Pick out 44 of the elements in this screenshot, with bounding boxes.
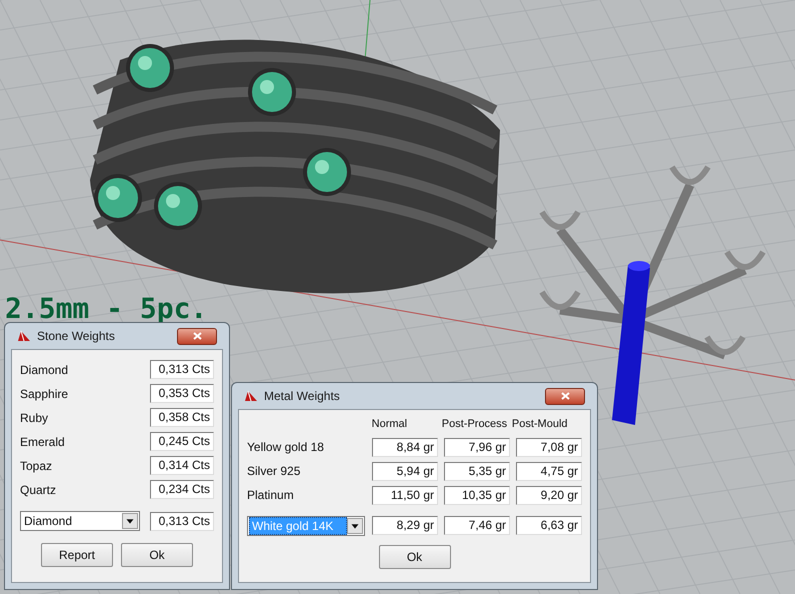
- metal-label: Platinum: [247, 487, 295, 504]
- weight-field[interactable]: 0,245 Cts: [150, 432, 214, 451]
- stone-label: Sapphire: [20, 386, 68, 402]
- column-header: Normal: [372, 417, 408, 432]
- close-icon: [560, 392, 570, 400]
- stone-size-label: 2.5mm - 5pc.: [5, 294, 208, 324]
- window-title: Metal Weights: [264, 388, 341, 405]
- stone-label: Ruby: [20, 410, 48, 426]
- column-header: Post-Mould: [512, 417, 569, 432]
- weight-field[interactable]: 5,35 gr: [444, 462, 510, 480]
- weight-field[interactable]: 8,29 gr: [372, 516, 438, 535]
- weight-field[interactable]: 0,313 Cts: [150, 512, 214, 530]
- stone-label: Topaz: [20, 458, 52, 474]
- close-button[interactable]: [545, 388, 585, 404]
- weight-field[interactable]: 0,353 Cts: [150, 384, 214, 403]
- app-logo-icon: [244, 390, 258, 402]
- weight-field[interactable]: 10,35 gr: [444, 486, 510, 504]
- stone-label: Diamond: [20, 362, 68, 378]
- metal-label: Silver 925: [247, 463, 302, 480]
- column-header: Post-Process: [442, 417, 508, 432]
- stone-label: Quartz: [20, 482, 56, 498]
- app-logo-icon: [17, 330, 31, 342]
- weight-field[interactable]: 0,234 Cts: [150, 480, 214, 499]
- close-button[interactable]: [177, 328, 217, 344]
- weight-field[interactable]: 7,46 gr: [444, 516, 510, 535]
- window-title: Stone Weights: [37, 328, 116, 345]
- material-dropdown[interactable]: Diamond: [20, 511, 140, 531]
- weight-field[interactable]: 8,84 gr: [372, 438, 438, 456]
- weight-field[interactable]: 7,08 gr: [516, 438, 582, 456]
- weight-field[interactable]: 0,358 Cts: [150, 408, 214, 427]
- dialog-button[interactable]: Report: [41, 543, 113, 567]
- dialog-button[interactable]: Ok: [121, 543, 193, 567]
- weight-field[interactable]: 6,63 gr: [516, 516, 582, 535]
- weight-field[interactable]: 0,313 Cts: [150, 360, 214, 379]
- close-icon: [192, 332, 202, 340]
- weight-field[interactable]: 7,96 gr: [444, 438, 510, 456]
- stone-label: Emerald: [20, 434, 65, 450]
- weight-field[interactable]: 0,314 Cts: [150, 456, 214, 475]
- weight-field[interactable]: 9,20 gr: [516, 486, 582, 504]
- dialog-button[interactable]: Ok: [378, 544, 450, 568]
- weight-field[interactable]: 11,50 gr: [372, 486, 438, 504]
- metal-label: Yellow gold 18: [247, 439, 325, 456]
- weight-field[interactable]: 4,75 gr: [516, 462, 582, 480]
- weight-field[interactable]: 5,94 gr: [372, 462, 438, 480]
